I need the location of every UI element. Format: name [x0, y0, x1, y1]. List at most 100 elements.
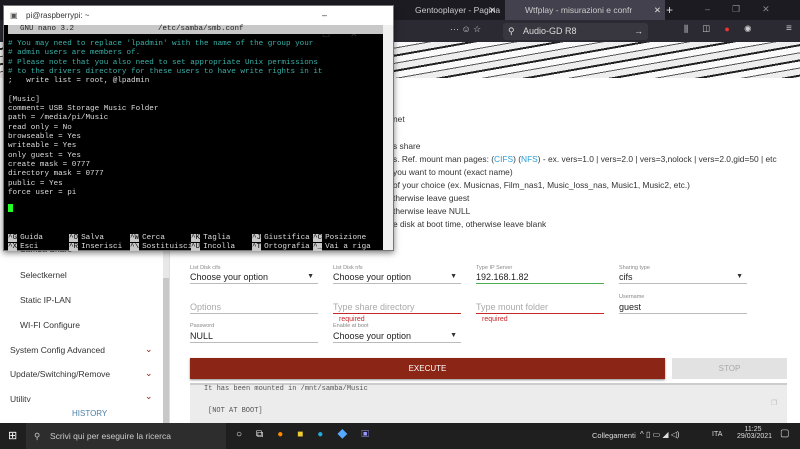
help-text: of your choice (ex. Musicnas, Film_nas1,…	[393, 180, 690, 190]
dropdown-arrow-icon: ▼	[450, 273, 457, 280]
chevron-down-icon[interactable]: ⌄	[145, 368, 153, 379]
shortcut-key: ^X	[8, 243, 18, 251]
log-line: [NOT AT BOOT]	[208, 407, 263, 415]
nano-header: GNU nano 3.2 /etc/samba/smb.conf	[8, 25, 383, 34]
app-icon: ◆	[337, 429, 362, 440]
window-title: pi@raspberrypi: ~	[26, 11, 90, 20]
chevron-down-icon[interactable]: ⌄	[145, 344, 153, 355]
nano-shortcut: ^W Cerca	[130, 234, 165, 242]
nano-shortcut: ^_ Vai a riga	[313, 243, 371, 251]
go-arrow-icon[interactable]: →	[634, 23, 643, 40]
sidebar-item-selectkernel[interactable]: Selectkernel	[20, 270, 67, 280]
terminal-line: create mask = 0777	[8, 160, 91, 169]
history-link[interactable]: HISTORY	[72, 409, 107, 418]
dropdown-arrow-icon: ▼	[307, 273, 314, 280]
shortcut-label: Sostituisci	[142, 243, 193, 251]
shortcut-key: ^C	[313, 234, 323, 242]
log-line: It has been mounted in /mnt/samba/Music	[204, 385, 368, 393]
language-indicator[interactable]: ITA	[712, 431, 722, 438]
explorer-icon: ■	[297, 429, 318, 440]
list-disk-cifs-select[interactable]: Choose your option ▼	[190, 271, 318, 284]
password-input[interactable]: NULL	[190, 330, 318, 343]
putty-icon: ▣	[361, 429, 383, 440]
label: Password	[190, 323, 215, 329]
chevron-down-icon[interactable]: ⌄	[145, 391, 153, 402]
page-actions-icon[interactable]: ··· ☺ ☆	[450, 24, 481, 35]
search-icon: ⚲	[508, 26, 515, 36]
close-icon[interactable]: ✕	[489, 0, 496, 20]
shortcut-key: ^G	[8, 234, 18, 242]
nano-shortcut: ^X Esci	[8, 243, 38, 251]
terminal-scrollbar[interactable]	[383, 25, 393, 250]
select-value: Choose your option	[190, 272, 269, 282]
nano-shortcut: ^K Taglia	[191, 234, 230, 242]
shortcut-label: Posizione	[325, 234, 367, 242]
terminal-comment-line: # Please note that you also need to set …	[8, 58, 318, 67]
terminal-comment-line: # admin users are members of.	[8, 49, 141, 58]
tray-icons[interactable]: ^ ▯ ▭ ◢ ◁)	[640, 430, 680, 439]
execute-button[interactable]: EXECUTE	[190, 358, 665, 379]
shortcut-label: Inserisci	[81, 243, 123, 251]
enable-at-boot-select[interactable]: Choose your option ▼	[333, 330, 461, 343]
sidebar-section-utility[interactable]: Utility	[10, 394, 31, 402]
mount-folder-input[interactable]: Type mount folder	[476, 301, 604, 314]
terminal-line: comment= USB Storage Music Folder	[8, 105, 159, 114]
sidebar-item-static-ip[interactable]: Static IP-LAN	[20, 295, 71, 305]
terminal-line: public = Yes	[8, 179, 63, 188]
shortcut-key: ^O	[69, 234, 79, 242]
nano-shortcut: ^\ Sostituisci	[130, 243, 192, 251]
terminal-line: path = /media/pi/Music	[8, 114, 109, 123]
windows-start-icon[interactable]: ⊞	[8, 429, 17, 442]
shortcut-label: Vai a riga	[325, 243, 371, 251]
terminal-line: force user = pi	[8, 188, 77, 197]
shortcut-key: ^K	[191, 234, 201, 242]
select-value: Choose your option	[333, 272, 412, 282]
shortcut-label: Cerca	[142, 234, 165, 242]
copy-icon[interactable]: ❐	[771, 397, 777, 409]
shortcut-label: Incolla	[203, 243, 236, 251]
clock[interactable]: 11:25 29/03/2021	[737, 426, 772, 440]
cifs-link[interactable]: CIFS	[494, 154, 513, 164]
nfs-link[interactable]: NFS	[521, 154, 538, 164]
terminal-line: only guest = Yes	[8, 151, 81, 160]
select-value: cifs	[619, 272, 633, 282]
notifications-icon[interactable]: ▢	[780, 428, 789, 439]
new-tab-button[interactable]: +	[666, 3, 673, 17]
close-icon[interactable]: ✕	[654, 0, 661, 20]
taskbar-apps[interactable]: ○⧉●■●◆▣	[236, 429, 383, 440]
help-text: - ex. vers=1.0 | vers=2.0 | vers=3,noloc…	[540, 154, 777, 164]
sidebar-section-system-config[interactable]: System Config Advanced	[10, 345, 105, 355]
search-input[interactable]: ⚲ Audio-GD R8 →	[503, 23, 648, 40]
terminal-window[interactable]: ▣ pi@raspberrypi: ~ –☐✕ GNU nano 3.2 /et…	[3, 5, 394, 251]
nano-shortcut: ^T Ortografia	[252, 243, 310, 251]
shortcut-label: Guida	[20, 234, 43, 242]
list-disk-nfs-select[interactable]: Choose your option ▼	[333, 271, 461, 284]
options-input[interactable]: Options	[190, 301, 318, 314]
tab-gentooplayer[interactable]: Gentooplayer - Pagina 2 - Com✕	[395, 0, 500, 20]
username-input[interactable]: guest	[619, 301, 747, 314]
window-controls[interactable]: –❐✕	[705, 4, 792, 15]
help-text: s. Ref. mount man pages:	[393, 154, 492, 164]
shortcut-label: Giustifica	[264, 234, 310, 242]
terminal-titlebar: ▣ pi@raspberrypi: ~ –☐✕	[4, 6, 393, 39]
sidebar-section-update[interactable]: Update/Switching/Remove	[10, 369, 110, 379]
shortcut-label: Taglia	[203, 234, 231, 242]
links-toolbar[interactable]: Collegamenti	[592, 431, 636, 440]
tab-wtfplay[interactable]: Wtfplay - misurazioni e confr ✕	[505, 0, 665, 20]
terminal-line: browseable = Yes	[8, 133, 81, 141]
nano-shortcut: ^O Salva	[69, 234, 104, 242]
extensions-icons[interactable]: ⫼ ◫ ● ◉	[684, 24, 757, 35]
menu-icon[interactable]: ≡	[786, 23, 792, 34]
sidebar-item-wifi[interactable]: WI-FI Configure	[20, 320, 80, 330]
taskbar-search[interactable]: ⚲ Scrivi qui per eseguire la ricerca	[26, 423, 226, 449]
sharing-type-select[interactable]: cifs ▼	[619, 271, 747, 284]
cortana-icon: ○	[236, 429, 257, 440]
nano-shortcut: ^G Guida	[8, 234, 43, 242]
share-directory-input[interactable]: Type share directory	[333, 301, 461, 314]
label: Enable at boot	[333, 323, 369, 329]
edge-icon: ●	[317, 429, 338, 440]
search-placeholder: Scrivi qui per eseguire la ricerca	[50, 431, 171, 441]
nano-shortcut: ^R Inserisci	[69, 243, 122, 251]
ip-server-input[interactable]: 192.168.1.82	[476, 271, 604, 284]
stop-button[interactable]: STOP	[672, 358, 787, 379]
